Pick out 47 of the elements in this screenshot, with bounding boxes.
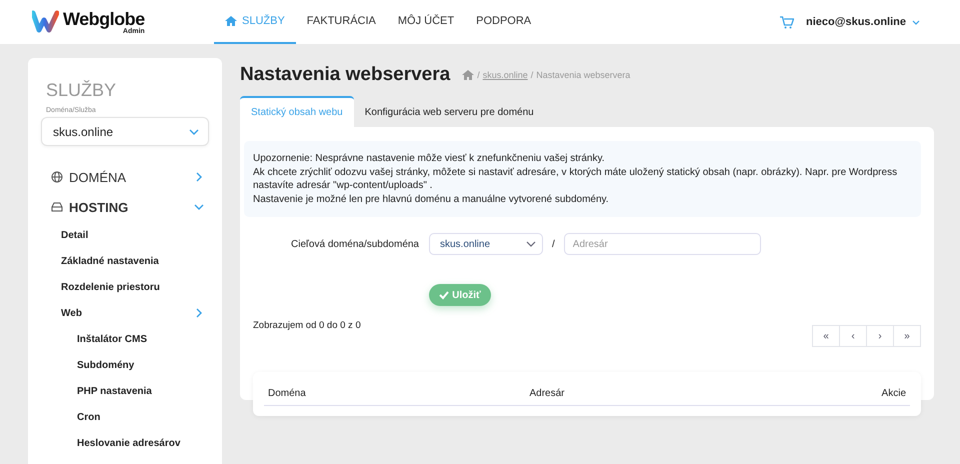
notice-text: Ak chcete zrýchliť odozvu vašej stránky, môžete si nastaviť adresáre, v ktorých máte uložený statický obsah (napr. obrázky). Napr. pre Wordpress nastavíte adresár "wp-content/uploads" . [253,166,898,192]
domain-select[interactable]: skus.online [429,233,543,255]
home-icon[interactable] [462,69,474,81]
column-header: Doména [268,388,307,399]
column-header: Akcie [880,388,906,399]
check-icon [439,290,450,300]
menu-item[interactable]: Web [41,300,209,326]
nav-tab[interactable]: MÔJ ÚČET [386,0,466,44]
chevron-down-icon [526,239,536,249]
menu-item[interactable]: HOSTING [41,192,209,222]
cart-icon[interactable] [780,16,794,28]
pagination-button[interactable]: › [866,325,894,347]
results-summary: Zobrazujem od 0 do 0 z 0 [253,320,361,331]
menu-item[interactable]: Rozdelenie priestoru [41,274,209,300]
home-icon [225,15,237,27]
notice-text: Upozornenie: Nesprávne nastavenie môže viesť k znefunkčneniu vašej stránky. [253,152,606,166]
pagination-button[interactable]: « [812,325,840,347]
sidebar-title: SLUŽBY [46,80,118,101]
menu-item[interactable]: DOMÉNA [41,162,209,192]
globe-icon [51,171,63,183]
user-menu[interactable]: nieco@skus.online [806,16,920,28]
breadcrumb-separator: / [530,70,534,80]
menu-item[interactable]: Základné nastavenia [41,248,209,274]
path-separator: / [552,238,555,250]
chevron-down-icon [912,18,920,26]
menu-item[interactable]: Inštalátor CMS [41,326,209,352]
field-label: Cieľová doména/subdoména [291,238,420,250]
notice-text: Nastavenie je možné len pre hlavnú doménu a manuálne vytvorené subdomény. [253,192,610,206]
logo-icon [32,10,59,34]
page-title: Nastavenia webservera [240,64,450,86]
menu-item[interactable]: Heslovanie adresárov [41,430,209,456]
menu-item[interactable]: PHP nastavenia [41,378,209,404]
directory-input[interactable]: Adresár [564,233,761,255]
breadcrumb-separator: / [477,70,480,80]
logo-name: Webglobe [63,9,145,29]
column-header: Adresár [528,388,566,399]
breadcrumb-current: Nastavenia webservera [536,70,630,80]
menu-item[interactable]: Detail [41,222,209,248]
menu-item[interactable]: Cron [41,404,209,430]
pagination-button[interactable]: » [893,325,921,347]
tab[interactable]: Konfigurácia web serveru pre doménu [354,96,545,127]
menu-item[interactable]: Subdomény [41,352,209,378]
drive-icon [51,201,63,213]
service-select[interactable]: skus.online [41,117,209,146]
nav-tab[interactable]: PODPORA [465,0,542,44]
pagination-button[interactable]: ‹ [839,325,867,347]
nav-tab[interactable]: FAKTURÁCIA [296,0,387,44]
